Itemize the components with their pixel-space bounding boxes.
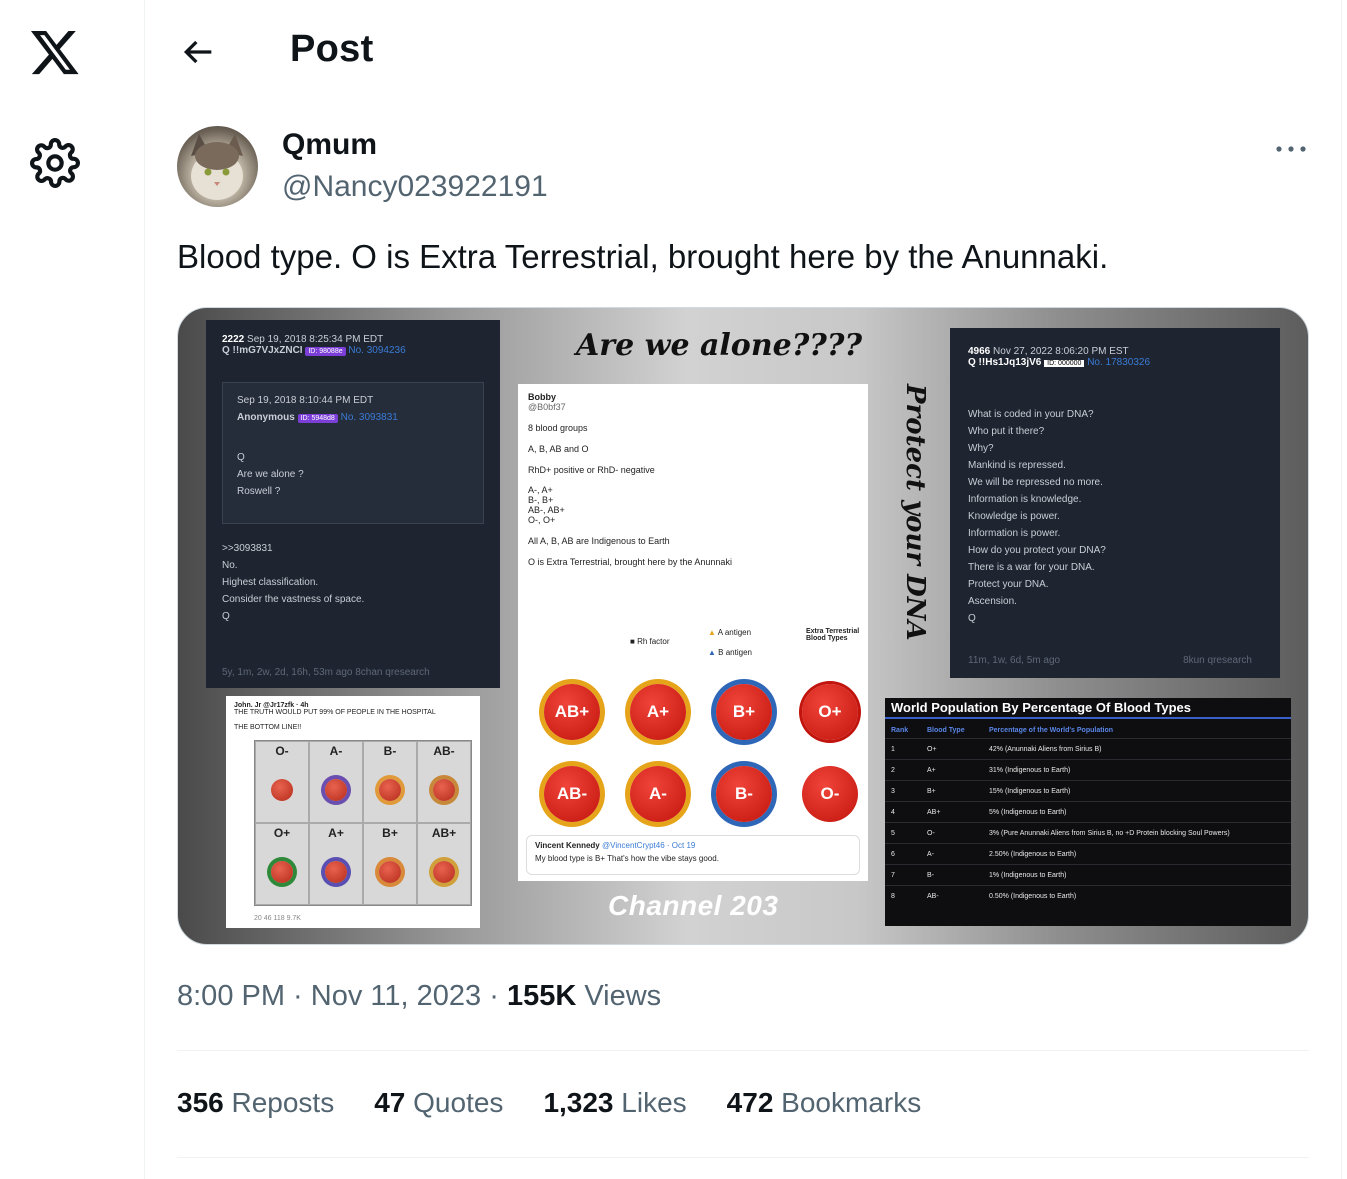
avatar[interactable] bbox=[177, 126, 258, 207]
post-detail-column: Post Qmum @Nancy023922191 Blood type. O … bbox=[145, 0, 1342, 1179]
post-time[interactable]: 8:00 PM bbox=[177, 980, 285, 1012]
image-heading: Are we alone???? bbox=[576, 328, 863, 363]
x-logo-icon[interactable] bbox=[28, 26, 82, 78]
left-nav bbox=[0, 0, 145, 1179]
engagement-stats: 356 Reposts 47 Quotes 1,323 Likes 472 Bo… bbox=[177, 1087, 921, 1119]
table-row: 2 A+ 31% (Indigenous to Earth) bbox=[885, 759, 1291, 780]
page-title: Post bbox=[290, 28, 374, 70]
divider bbox=[177, 1050, 1309, 1051]
table-row: 3 B+ 15% (Indigenous to Earth) bbox=[885, 780, 1291, 801]
post-text: Blood type. O is Extra Terrestrial, brou… bbox=[177, 238, 1109, 275]
q-drop-right: 4966 Nov 27, 2022 8:06:20 PM EST Q !!Hs1… bbox=[950, 328, 1280, 678]
quotes-stat[interactable]: 47 Quotes bbox=[374, 1087, 503, 1119]
table-row: 8 AB- 0.50% (Indigenous to Earth) bbox=[885, 885, 1291, 906]
post-meta: 8:00 PM · Nov 11, 2023 · 155K Views bbox=[177, 980, 662, 1012]
post-date[interactable]: Nov 11, 2023 bbox=[311, 980, 481, 1012]
bookmarks-stat[interactable]: 472 Bookmarks bbox=[727, 1087, 922, 1119]
table-row: 7 B- 1% (Indigenous to Earth) bbox=[885, 864, 1291, 885]
reposts-stat[interactable]: 356 Reposts bbox=[177, 1087, 334, 1119]
arrow-left-icon[interactable] bbox=[178, 32, 218, 72]
blood-type-table: World Population By Percentage Of Blood … bbox=[885, 698, 1291, 926]
embedded-tweet-small: John. Jr @Jr17zfk · 4h THE TRUTH WOULD P… bbox=[226, 696, 480, 928]
display-name[interactable]: Qmum bbox=[282, 128, 377, 162]
q-drop-left: 2222 Sep 19, 2018 8:25:34 PM EDT Q !!mG7… bbox=[206, 320, 500, 688]
post-image[interactable]: 2222 Sep 19, 2018 8:25:34 PM EDT Q !!mG7… bbox=[177, 307, 1309, 945]
divider bbox=[177, 1157, 1309, 1158]
table-row: 6 A- 2.50% (Indigenous to Earth) bbox=[885, 843, 1291, 864]
more-horizontal-icon[interactable] bbox=[1273, 140, 1309, 158]
gear-icon[interactable] bbox=[30, 138, 80, 188]
image-footer: Channel 203 bbox=[608, 890, 779, 921]
table-row: 4 AB+ 5% (Indigenous to Earth) bbox=[885, 801, 1291, 822]
table-row: 5 O- 3% (Pure Anunnaki Aliens from Sirius … bbox=[885, 822, 1291, 843]
side-caption: Protect your DNA bbox=[900, 384, 930, 641]
embedded-tweet-center: Bobby @B0bf37 8 blood groups A, B, AB an… bbox=[518, 384, 868, 881]
table-row: 1 O+ 42% (Anunnaki Aliens from Sirius B) bbox=[885, 738, 1291, 759]
views-count: 155K bbox=[506, 980, 577, 1012]
likes-stat[interactable]: 1,323 Likes bbox=[543, 1087, 686, 1119]
user-handle[interactable]: @Nancy023922191 bbox=[282, 170, 548, 204]
